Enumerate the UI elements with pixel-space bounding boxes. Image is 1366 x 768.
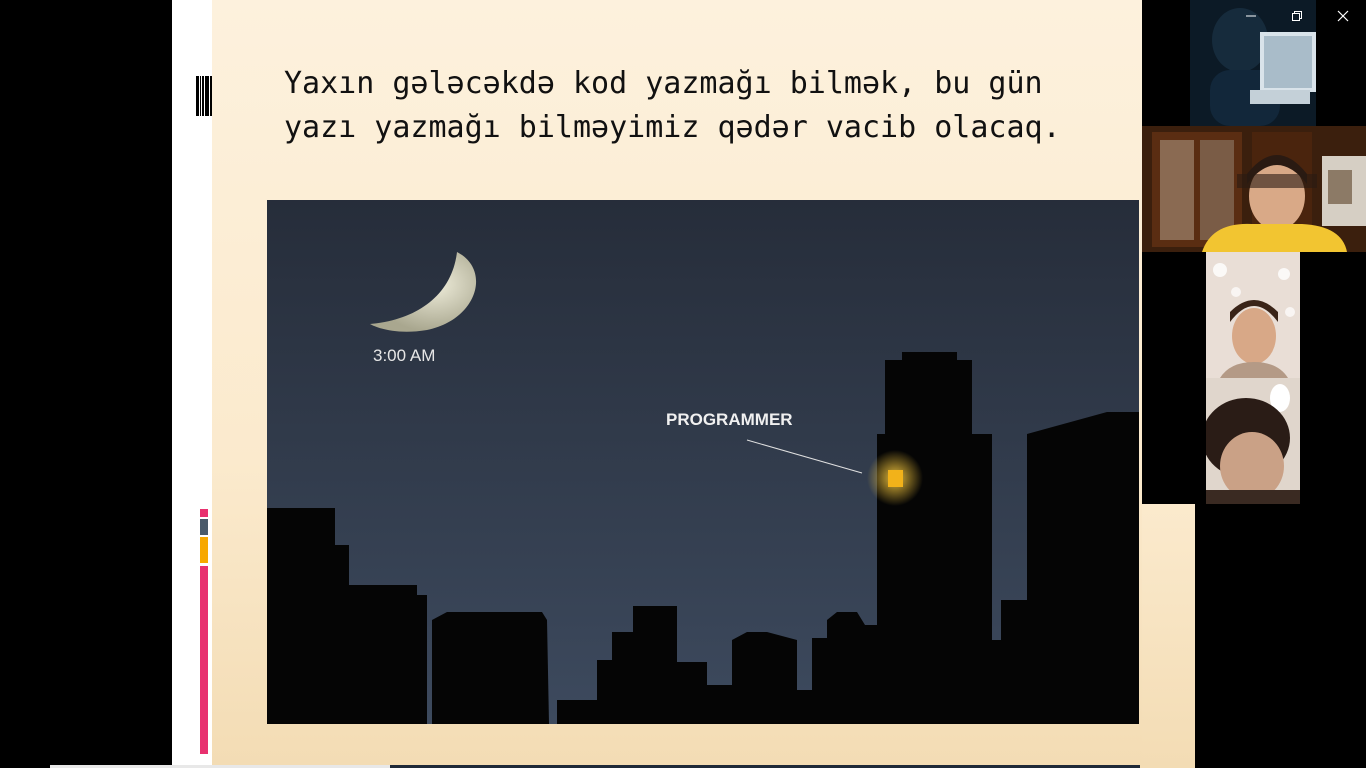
accent-bar-pink-top <box>200 509 208 517</box>
lit-window <box>888 470 903 487</box>
participant-video <box>1206 378 1300 504</box>
restore-icon <box>1292 11 1302 21</box>
close-button[interactable] <box>1320 0 1366 32</box>
slide-title: Yaxın gələcəkdə kod yazmağı bilmək, bu g… <box>284 66 1061 145</box>
participant-tile[interactable] <box>1142 126 1366 252</box>
close-icon <box>1337 10 1349 22</box>
time-label: 3:00 AM <box>373 346 435 365</box>
participant-video <box>1206 252 1300 378</box>
night-city-image: 3:00 AM PROGRAMMER <box>267 200 1139 724</box>
accent-bar-orange <box>200 537 208 563</box>
accent-bar-slate <box>200 519 208 535</box>
minimize-button[interactable] <box>1228 0 1274 32</box>
programmer-label: PROGRAMMER <box>666 410 793 429</box>
barcode-decoration <box>196 76 212 116</box>
window-controls <box>1228 0 1366 32</box>
participant-video <box>1142 126 1366 252</box>
accent-bar-pink <box>200 566 208 754</box>
participant-tile[interactable] <box>1206 378 1300 504</box>
slide-edge <box>1142 504 1195 768</box>
participant-tile[interactable] <box>1206 252 1300 378</box>
minimize-icon <box>1246 15 1256 17</box>
restore-button[interactable] <box>1274 0 1320 32</box>
